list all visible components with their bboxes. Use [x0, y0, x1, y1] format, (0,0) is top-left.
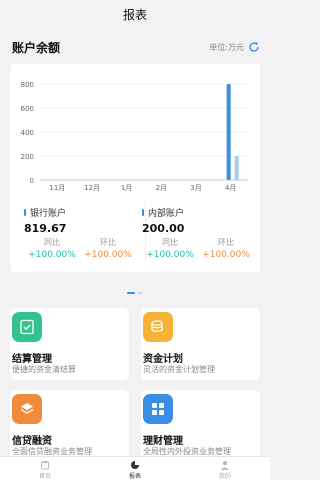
x-tick-label: 11月 [49, 184, 65, 192]
settlement-tile[interactable]: 结算管理 便捷的资金清结算 [10, 308, 129, 380]
series-marker [142, 208, 144, 216]
tab-label: 我的 [218, 473, 231, 480]
mom-label: 环比 [218, 238, 234, 247]
credit-tile[interactable]: 信贷融资 全面信贷融资业务管理 [10, 390, 129, 462]
mom-col: 环比 +100.00% [198, 237, 254, 261]
yoy-col: 同比 +100.00% [142, 237, 198, 261]
mom-value: +100.00% [84, 250, 132, 260]
balance-card: 0 200 400 600 800 11月 12月 1月 2月 3月 4月 银行账户 819.67 … [10, 64, 260, 272]
refresh-icon[interactable] [248, 41, 260, 53]
balance-header: 账户余额 单位:万元 [12, 38, 260, 56]
tile-title: 资金计划 [143, 354, 183, 365]
mom-value: +100.00% [202, 250, 250, 260]
wealth-tile[interactable]: 理财管理 全局性内外投资业务管理 [141, 390, 260, 462]
yoy-label: 同比 [44, 238, 60, 247]
y-tick-label: 200 [21, 153, 34, 161]
yoy-label: 同比 [162, 238, 178, 247]
balance-chart: 0 200 400 600 800 11月 12月 1月 2月 3月 4月 [21, 81, 248, 192]
x-tick-label: 2月 [156, 184, 167, 192]
y-tick-label: 400 [21, 129, 34, 137]
balance-title: 账户余额 [12, 40, 61, 55]
mom-label: 环比 [100, 238, 116, 247]
tile-title: 结算管理 [12, 354, 52, 365]
pager-dot[interactable] [137, 292, 143, 294]
yoy-value: +100.00% [28, 250, 76, 260]
stat-value: 200.00 [142, 222, 185, 235]
bar-bank [226, 84, 231, 180]
tab-home[interactable]: 首页 [0, 457, 90, 480]
carousel-pager[interactable] [127, 292, 143, 294]
bar-internal [234, 156, 239, 180]
pager-dot-active[interactable] [127, 292, 135, 294]
tab-bar: 首页 报表 我的 [0, 456, 270, 480]
bank-account-stat[interactable]: 银行账户 819.67 同比 +100.00% 环比 +100.00% [24, 206, 139, 270]
profile-icon [221, 461, 229, 470]
stat-compare: 同比 +100.00% 环比 +100.00% [142, 237, 257, 261]
y-tick-label: 0 [30, 177, 34, 185]
page-header: 报表 [0, 0, 270, 28]
report-icon [131, 461, 139, 469]
tab-report[interactable]: 报表 [90, 457, 180, 480]
tile-desc: 便捷的资金清结算 [12, 365, 76, 374]
stat-name-row: 内部账户 [142, 206, 257, 219]
x-tick-label: 4月 [225, 184, 236, 192]
home-icon [41, 461, 49, 470]
fund-plan-icon [143, 312, 173, 342]
tile-desc: 灵活的资金计划管理 [143, 365, 215, 374]
stat-name-row: 银行账户 [24, 206, 139, 219]
fund-plan-tile[interactable]: 资金计划 灵活的资金计划管理 [141, 308, 260, 380]
tab-label: 报表 [128, 473, 141, 480]
x-tick-label: 12月 [84, 184, 100, 192]
credit-icon [12, 394, 42, 424]
yoy-col: 同比 +100.00% [24, 237, 80, 261]
page-title: 报表 [122, 7, 147, 22]
unit-wrap: 单位:万元 [209, 41, 260, 53]
stat-value: 819.67 [24, 222, 67, 235]
x-tick-label: 3月 [190, 184, 201, 192]
tile-title: 信贷融资 [12, 436, 52, 447]
x-tick-label: 1月 [121, 184, 132, 192]
internal-account-stat[interactable]: 内部账户 200.00 同比 +100.00% 环比 +100.00% [142, 206, 257, 270]
stat-compare: 同比 +100.00% 环比 +100.00% [24, 237, 139, 261]
settlement-icon [12, 312, 42, 342]
y-tick-label: 600 [21, 105, 34, 113]
unit-label: 单位:万元 [209, 42, 244, 52]
wealth-icon [143, 394, 173, 424]
stat-name: 银行账户 [30, 208, 67, 219]
tab-profile[interactable]: 我的 [180, 457, 270, 480]
series-marker [24, 208, 26, 216]
mom-col: 环比 +100.00% [80, 237, 136, 261]
stat-name: 内部账户 [148, 208, 185, 219]
y-tick-label: 800 [21, 81, 34, 89]
tile-title: 理财管理 [143, 436, 183, 447]
yoy-value: +100.00% [146, 250, 194, 260]
tab-label: 首页 [38, 473, 51, 480]
